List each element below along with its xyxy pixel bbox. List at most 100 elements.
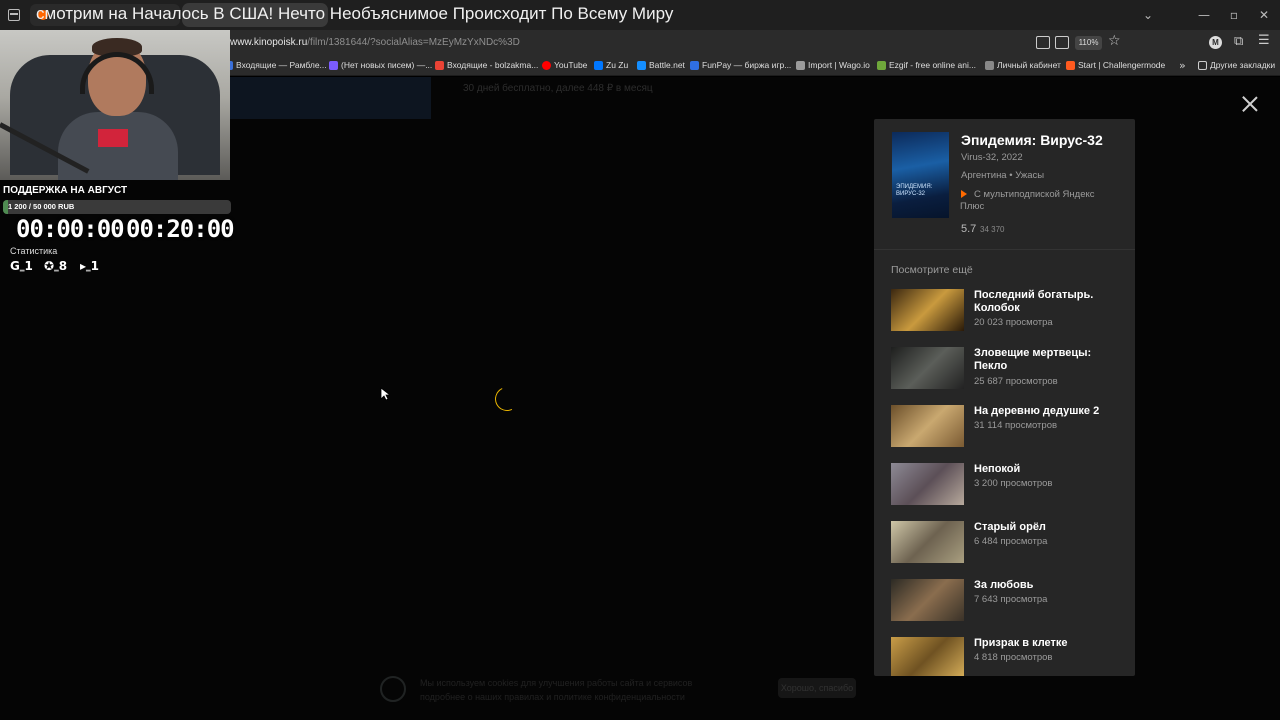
bookmark-item[interactable]: FunPay — биржа игр... <box>690 60 791 70</box>
battlenet-icon <box>637 60 646 70</box>
bookmark-item[interactable]: Входящие — Рамбле... <box>224 60 327 70</box>
wago-icon <box>796 60 805 70</box>
bookmark-label: Входящие — Рамбле... <box>236 60 327 70</box>
stat-value: 1 <box>90 259 100 273</box>
recommendation-title: За любовь <box>974 579 1034 591</box>
recommendation-thumbnail <box>891 521 964 563</box>
recommendation-views: 25 687 просмотров <box>974 376 1058 387</box>
zoom-level[interactable]: 110% <box>1075 36 1102 50</box>
bookmark-item[interactable]: Import | Wago.io <box>796 60 870 70</box>
cookie-text: подробнее о наших правилах и политике ко… <box>420 692 685 702</box>
poster-title: ЭПИДЕМИЯ: ВИРУС-32 <box>896 184 933 197</box>
youtube-icon <box>542 60 551 70</box>
stream-timer-elapsed: 00:00:00 <box>16 215 125 243</box>
film-meta: Аргентина • Ужасы <box>961 170 1045 181</box>
stat-value: 1 <box>24 259 33 273</box>
bookmark-label: YouTube <box>554 60 588 70</box>
recommendation-views: 6 484 просмотра <box>974 536 1048 547</box>
bookmark-item[interactable]: Ezgif - free online ani... <box>877 60 976 70</box>
bookmark-label: Battle.net <box>649 60 685 70</box>
recommendations-title: Посмотрите ещё <box>891 264 973 276</box>
film-rating: 5.7 <box>961 223 977 235</box>
mouse-cursor-icon <box>380 387 390 401</box>
film-title[interactable]: Эпидемия: Вирус-32 <box>961 132 1103 148</box>
stat-item: ▸▂1 <box>80 259 100 273</box>
stat-value: 8 <box>58 259 68 273</box>
cookie-accept-button[interactable]: Хорошо, спасибо <box>778 678 856 698</box>
stats-title: Статистика <box>10 246 58 256</box>
profile-avatar[interactable]: M <box>1209 36 1222 49</box>
bookmark-label: Zu Zu <box>606 60 629 70</box>
stat-item: ✪▂8 <box>44 259 68 273</box>
recommendation-title: Призрак в клетке <box>974 637 1068 649</box>
recommendation-thumbnail <box>891 463 964 505</box>
bookmark-item[interactable]: Входящие - bolzakma... <box>435 60 538 70</box>
url-field[interactable]: www.kinopoisk.ru/film/1381644/?socialAli… <box>230 37 520 48</box>
promo-text: 30 дней бесплатно, далее 448 ₽ в месяц <box>463 83 653 94</box>
gmail-icon <box>435 60 444 70</box>
bookmark-item[interactable]: Личный кабинет <box>985 60 1061 70</box>
cookie-icon <box>380 676 406 702</box>
bookmark-label: Личный кабинет <box>997 60 1061 70</box>
recommendation-item[interactable]: Старый орёл 6 484 просмотра <box>891 521 1131 565</box>
other-bookmarks[interactable]: Другие закладки <box>1198 60 1275 70</box>
recommendation-item[interactable]: На деревню дедушке 2 31 114 просмотров <box>891 405 1131 449</box>
recommendation-views: 31 114 просмотров <box>974 420 1058 431</box>
bookmark-item[interactable]: Battle.net <box>637 60 685 70</box>
more-bookmarks-chevron-icon[interactable]: » <box>1179 59 1186 72</box>
close-window-button[interactable]: ✕ <box>1256 7 1272 23</box>
recommendation-item[interactable]: Последний богатырь. Колобок 20 023 просм… <box>891 289 1131 333</box>
recommendation-views: 3 200 просмотров <box>974 478 1053 489</box>
vk-icon <box>594 60 603 70</box>
recommendation-item[interactable]: Призрак в клетке 4 818 просмотров <box>891 637 1131 676</box>
tab-search-chevron-icon[interactable]: ⌄ <box>1140 7 1156 23</box>
folder-icon <box>1198 60 1207 70</box>
cookie-text: Мы используем cookies для улучшения рабо… <box>420 678 693 688</box>
recommendation-item[interactable]: За любовь 7 643 просмотра <box>891 579 1131 623</box>
film-original-title: Virus-32, 2022 <box>961 152 1023 163</box>
recommendation-title: На деревню дедушке 2 <box>974 405 1100 417</box>
recommendation-title: Непокой <box>974 463 1021 475</box>
funpay-icon <box>690 60 699 70</box>
bookmark-item[interactable]: YouTube <box>542 60 587 70</box>
microphone-icon <box>98 129 128 147</box>
promo-banner <box>228 77 431 119</box>
film-poster[interactable]: ЭПИДЕМИЯ: ВИРУС-32 <box>892 132 949 218</box>
support-goal-amount: 1 200 / 50 000 RUB <box>8 202 75 211</box>
recommendation-thumbnail <box>891 637 964 676</box>
tab-list-icon[interactable] <box>8 9 20 21</box>
recommendation-thumbnail <box>891 579 964 621</box>
bookmark-label: Import | Wago.io <box>808 60 870 70</box>
menu-icon[interactable]: ☰ <box>1258 33 1270 48</box>
bookmark-label: (Нет новых писем) —... <box>341 60 433 70</box>
webcam-overlay <box>0 30 230 180</box>
minimize-button[interactable]: — <box>1196 7 1212 23</box>
reader-view-icon[interactable] <box>1055 36 1069 49</box>
recommendation-title: Зловещие мертвецы: Пекло <box>974 347 1092 372</box>
bookmark-item[interactable]: (Нет новых писем) —... <box>329 60 432 70</box>
stream-timer-total: 00:20:00 <box>126 215 235 243</box>
recommendation-item[interactable]: Непокой 3 200 просмотров <box>891 463 1131 507</box>
maximize-button[interactable]: ▫ <box>1226 7 1242 23</box>
url-path: /film/1381644/?socialAlias=MzEyMzYxNDc%3… <box>307 37 520 48</box>
support-goal-title: ПОДДЕРЖКА НА АВГУСТ <box>3 185 128 196</box>
extensions-icon[interactable]: ⧉ <box>1234 34 1243 49</box>
ezgif-icon <box>877 60 886 70</box>
browser-tab-bar: смотрим на Началось В США! Нечто Необъяс… <box>0 0 1280 30</box>
recommendation-item[interactable]: Зловещие мертвецы: Пекло 25 687 просмотр… <box>891 347 1131 391</box>
bookmark-item[interactable]: Zu Zu <box>594 60 628 70</box>
stream-title: смотрим на Началось В США! Нечто Необъяс… <box>36 4 674 23</box>
bookmark-label: Другие закладки <box>1210 60 1276 70</box>
cabinet-icon <box>985 60 994 70</box>
bookmark-label: Start | Challengermode <box>1078 60 1166 70</box>
stat-g-icon: G <box>10 259 20 273</box>
picture-in-picture-icon[interactable] <box>1036 36 1050 49</box>
support-goal-bar: 1 200 / 50 000 RUB <box>3 200 231 214</box>
challengermode-icon <box>1066 60 1075 70</box>
stat-badge-icon: ✪ <box>44 259 55 273</box>
bookmark-label: Ezgif - free online ani... <box>889 60 976 70</box>
bookmark-star-icon[interactable]: ☆ <box>1108 33 1121 49</box>
bookmark-item[interactable]: Start | Challengermode <box>1066 60 1165 70</box>
recommendation-thumbnail <box>891 405 964 447</box>
close-icon[interactable] <box>1240 95 1260 115</box>
